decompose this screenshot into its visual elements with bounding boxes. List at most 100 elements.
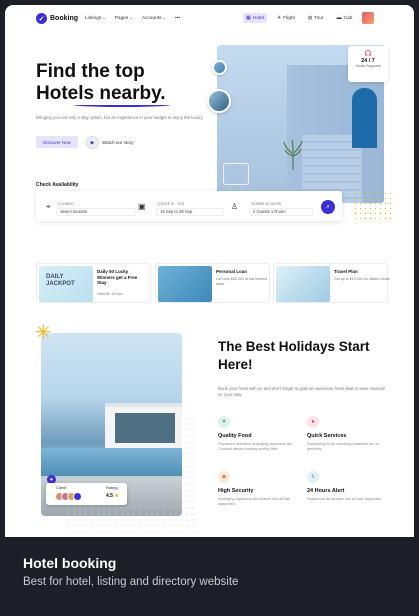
underline-swoosh xyxy=(74,103,170,107)
villa-pool xyxy=(41,448,182,476)
avatar[interactable] xyxy=(362,12,375,24)
promo-text: Get upto $50,000 at low interest rates xyxy=(216,277,267,286)
tab-tour[interactable]: ◍ Tour xyxy=(305,13,327,23)
services-icon: ● xyxy=(307,416,319,428)
loan-image xyxy=(158,266,212,302)
promo-text: Get up to $10,000 for Walkin funds xyxy=(334,277,390,281)
hero-title: Find the top Hotels nearby. xyxy=(36,61,206,107)
feature-title: 24 Hours Alert xyxy=(307,488,345,494)
thumb-circle-small xyxy=(212,60,227,75)
travel-image xyxy=(276,266,330,302)
plane-icon: ✈ xyxy=(276,15,282,21)
calendar-icon: ▣ xyxy=(138,202,146,211)
promo-text: Valid till: 15 Nov xyxy=(97,292,123,296)
nav-menu: Listings Pages Accounts ••• xyxy=(85,15,180,21)
tab-label: Cab xyxy=(343,15,353,21)
star-icon: ★ xyxy=(114,493,119,499)
food-icon: ✦ xyxy=(218,416,230,428)
search-icon: ⌕ xyxy=(326,203,330,210)
discover-now-button[interactable]: Discover Now xyxy=(36,136,78,148)
hero-description: Bringing you not only a stay option, but… xyxy=(36,115,204,120)
location-pin-icon: ⌖ xyxy=(46,202,51,211)
avatar xyxy=(73,492,82,501)
location-field[interactable]: ⌖ Location Select location xyxy=(46,197,136,217)
nav-item-accounts[interactable]: Accounts xyxy=(142,15,166,21)
guests-label: Guests & rooms xyxy=(251,201,282,206)
feature-title: High Security xyxy=(218,488,254,494)
tab-hotel[interactable]: ▦ Hotel xyxy=(243,13,267,23)
feature-text: Rapturous did believe him all had suppor… xyxy=(307,497,383,501)
logo[interactable]: ✓ Booking xyxy=(36,13,78,24)
rating-value: 4.5 ★ xyxy=(106,493,119,499)
support-card: ☊ 24 / 7 Guide Supports xyxy=(348,46,388,82)
decorative-dots xyxy=(353,191,393,221)
client-rating-card: Client Rating 4.5 ★ xyxy=(46,483,127,505)
feature-high-security: ◆ High Security Arranging rapturous did … xyxy=(218,471,298,507)
top-nav: ✓ Booking Listings Pages Accounts ••• ▦H… xyxy=(5,5,414,31)
plant-illustration xyxy=(283,140,303,170)
promo-title: Daily 50 Lucky Winners get a Free Stay xyxy=(97,269,138,285)
jackpot-image: DAILY JACKPOT xyxy=(39,266,93,302)
tab-flight[interactable]: ✈ Flight xyxy=(274,13,298,23)
card-title[interactable]: Hotel booking xyxy=(23,555,116,571)
hotel-icon: ▦ xyxy=(246,15,251,21)
promo-card-travel[interactable]: Travel Plan Get up to $10,000 for Walkin… xyxy=(273,263,390,303)
guests-input[interactable]: 2 Guests 1 Room xyxy=(249,208,313,216)
sparkle-icon: ✳ xyxy=(35,322,52,344)
availability-form: ⌖ Location Select location ▣ Check in - … xyxy=(36,191,342,221)
feature-title: Quick Services xyxy=(307,433,347,439)
person-icon: ♙ xyxy=(231,202,239,211)
lightning-icon: ϟ xyxy=(307,471,319,483)
feature-24-hours-alert: ϟ 24 Hours Alert Rapturous did believe h… xyxy=(307,471,387,502)
feature-quality-food: ✦ Quality Food Departure defective arran… xyxy=(218,416,298,452)
hero-title-line1: Find the top xyxy=(36,61,145,82)
hero-title-line2: Hotels nearby. xyxy=(36,83,206,107)
promo-title: Personal Loan xyxy=(216,269,248,274)
section-title: The Best Holidays Start Here! xyxy=(218,339,370,372)
jackpot-badge: DAILY JACKPOT xyxy=(46,274,75,287)
dates-input[interactable]: 19 Sep to 28 Sep xyxy=(156,208,224,216)
rating-number: 4.5 xyxy=(106,493,113,499)
promo-card-jackpot[interactable]: DAILY JACKPOT Daily 50 Lucky Winners get… xyxy=(36,263,151,303)
globe-icon: ◍ xyxy=(307,15,313,21)
template-card[interactable]: ✓ Booking Listings Pages Accounts ••• ▦H… xyxy=(0,0,419,616)
availability-label: Check Availability xyxy=(36,182,79,188)
nav-more[interactable]: ••• xyxy=(175,15,180,21)
search-button[interactable]: ⌕ xyxy=(321,200,335,214)
dates-field[interactable]: ▣ Check in - out 19 Sep to 28 Sep xyxy=(138,197,228,217)
shield-icon: ◆ xyxy=(218,471,230,483)
support-subtitle: Guide Supports xyxy=(355,64,381,68)
watch-story-label: Watch our story xyxy=(102,140,134,145)
thumb-circle-large xyxy=(207,89,231,113)
location-input[interactable]: Select location xyxy=(56,208,136,216)
villa-window xyxy=(115,413,175,443)
tab-label: Hotel xyxy=(252,15,264,21)
location-label: Location xyxy=(58,201,74,206)
logo-text: Booking xyxy=(50,15,78,22)
watch-story-link[interactable]: ▶ Watch our story xyxy=(86,136,133,149)
play-icon: ▶ xyxy=(86,136,99,149)
hero-title-line2-text: Hotels nearby. xyxy=(36,83,166,104)
feature-quick-services: ● Quick Services Supposing so be resolvi… xyxy=(307,416,387,452)
feature-text: Departure defective arranging rapturous … xyxy=(218,442,293,452)
section-description: Book your hotel with us and don't forget… xyxy=(218,386,386,397)
client-avatars xyxy=(55,492,82,501)
promo-title: Travel Plan xyxy=(334,269,358,274)
client-label: Client xyxy=(56,485,67,490)
tab-cab[interactable]: ▬ Cab xyxy=(334,13,356,23)
nav-item-pages[interactable]: Pages xyxy=(115,15,133,21)
tab-label: Tour xyxy=(314,15,324,21)
nav-item-listings[interactable]: Listings xyxy=(85,15,106,21)
rating-label: Rating xyxy=(106,485,118,490)
chair-illustration xyxy=(223,163,249,185)
logo-mark-icon: ✓ xyxy=(36,13,47,24)
guests-field[interactable]: ♙ Guests & rooms 2 Guests 1 Room xyxy=(231,197,316,217)
card-footer: Hotel booking Best for hotel, listing an… xyxy=(0,537,419,616)
promo-card-loan[interactable]: Personal Loan Get upto $50,000 at low in… xyxy=(155,263,270,303)
dates-label: Check in - out xyxy=(158,201,184,206)
template-preview[interactable]: ✓ Booking Listings Pages Accounts ••• ▦H… xyxy=(5,5,414,537)
feature-title: Quality Food xyxy=(218,433,252,439)
decorative-dots-bottom xyxy=(65,505,195,533)
headset-icon: ☊ xyxy=(364,49,372,58)
hero-door xyxy=(352,88,377,148)
